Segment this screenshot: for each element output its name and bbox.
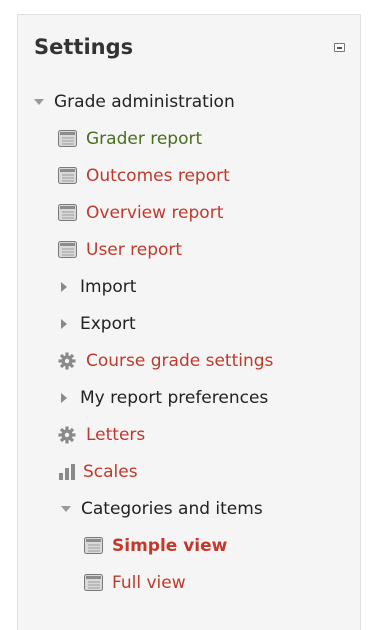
- tree-item-export[interactable]: Export: [58, 310, 136, 338]
- collapse-block-icon[interactable]: [334, 43, 345, 52]
- triangle-down-icon: [34, 99, 44, 105]
- tree-item-categories-and-items[interactable]: Categories and items: [61, 495, 263, 523]
- tree-item-grade-administration[interactable]: Grade administration: [34, 88, 235, 116]
- tree-item-overview-report[interactable]: Overview report: [58, 199, 223, 227]
- simple-view-link[interactable]: Simple view: [112, 536, 227, 556]
- tree-item-my-report-preferences[interactable]: My report preferences: [58, 384, 268, 412]
- report-icon: [58, 204, 79, 222]
- triangle-right-icon: [61, 319, 67, 329]
- bar-chart-icon: [58, 463, 79, 481]
- overview-report-link[interactable]: Overview report: [86, 203, 223, 223]
- full-view-link[interactable]: Full view: [112, 573, 186, 593]
- block-title: Settings: [34, 35, 134, 59]
- tree-item-import[interactable]: Import: [58, 273, 136, 301]
- export-label: Export: [80, 314, 136, 334]
- tree-item-scales[interactable]: Scales: [58, 458, 138, 486]
- letters-link[interactable]: Letters: [86, 425, 145, 445]
- tree-item-grader-report[interactable]: Grader report: [58, 125, 202, 153]
- report-icon: [84, 537, 105, 555]
- gear-icon: [58, 426, 79, 444]
- tree-item-simple-view[interactable]: Simple view: [84, 532, 227, 560]
- import-label: Import: [80, 277, 137, 297]
- report-icon: [84, 574, 105, 592]
- course-grade-settings-link[interactable]: Course grade settings: [86, 351, 273, 371]
- grade-administration-label: Grade administration: [54, 92, 235, 112]
- gear-icon: [58, 352, 79, 370]
- triangle-down-icon: [61, 506, 71, 512]
- tree-item-user-report[interactable]: User report: [58, 236, 182, 264]
- outcomes-report-link[interactable]: Outcomes report: [86, 166, 230, 186]
- tree-item-letters[interactable]: Letters: [58, 421, 145, 449]
- grader-report-link[interactable]: Grader report: [86, 129, 202, 149]
- scales-link[interactable]: Scales: [83, 462, 138, 482]
- report-icon: [58, 241, 79, 259]
- tree-item-outcomes-report[interactable]: Outcomes report: [58, 162, 230, 190]
- settings-block: Settings Grade administration Grader rep…: [17, 14, 361, 630]
- triangle-right-icon: [61, 282, 67, 292]
- tree-item-course-grade-settings[interactable]: Course grade settings: [58, 347, 273, 375]
- my-report-preferences-label: My report preferences: [80, 388, 269, 408]
- categories-and-items-label: Categories and items: [81, 499, 263, 519]
- report-icon: [58, 130, 79, 148]
- tree-item-full-view[interactable]: Full view: [84, 569, 186, 597]
- report-icon: [58, 167, 79, 185]
- user-report-link[interactable]: User report: [86, 240, 182, 260]
- triangle-right-icon: [61, 393, 67, 403]
